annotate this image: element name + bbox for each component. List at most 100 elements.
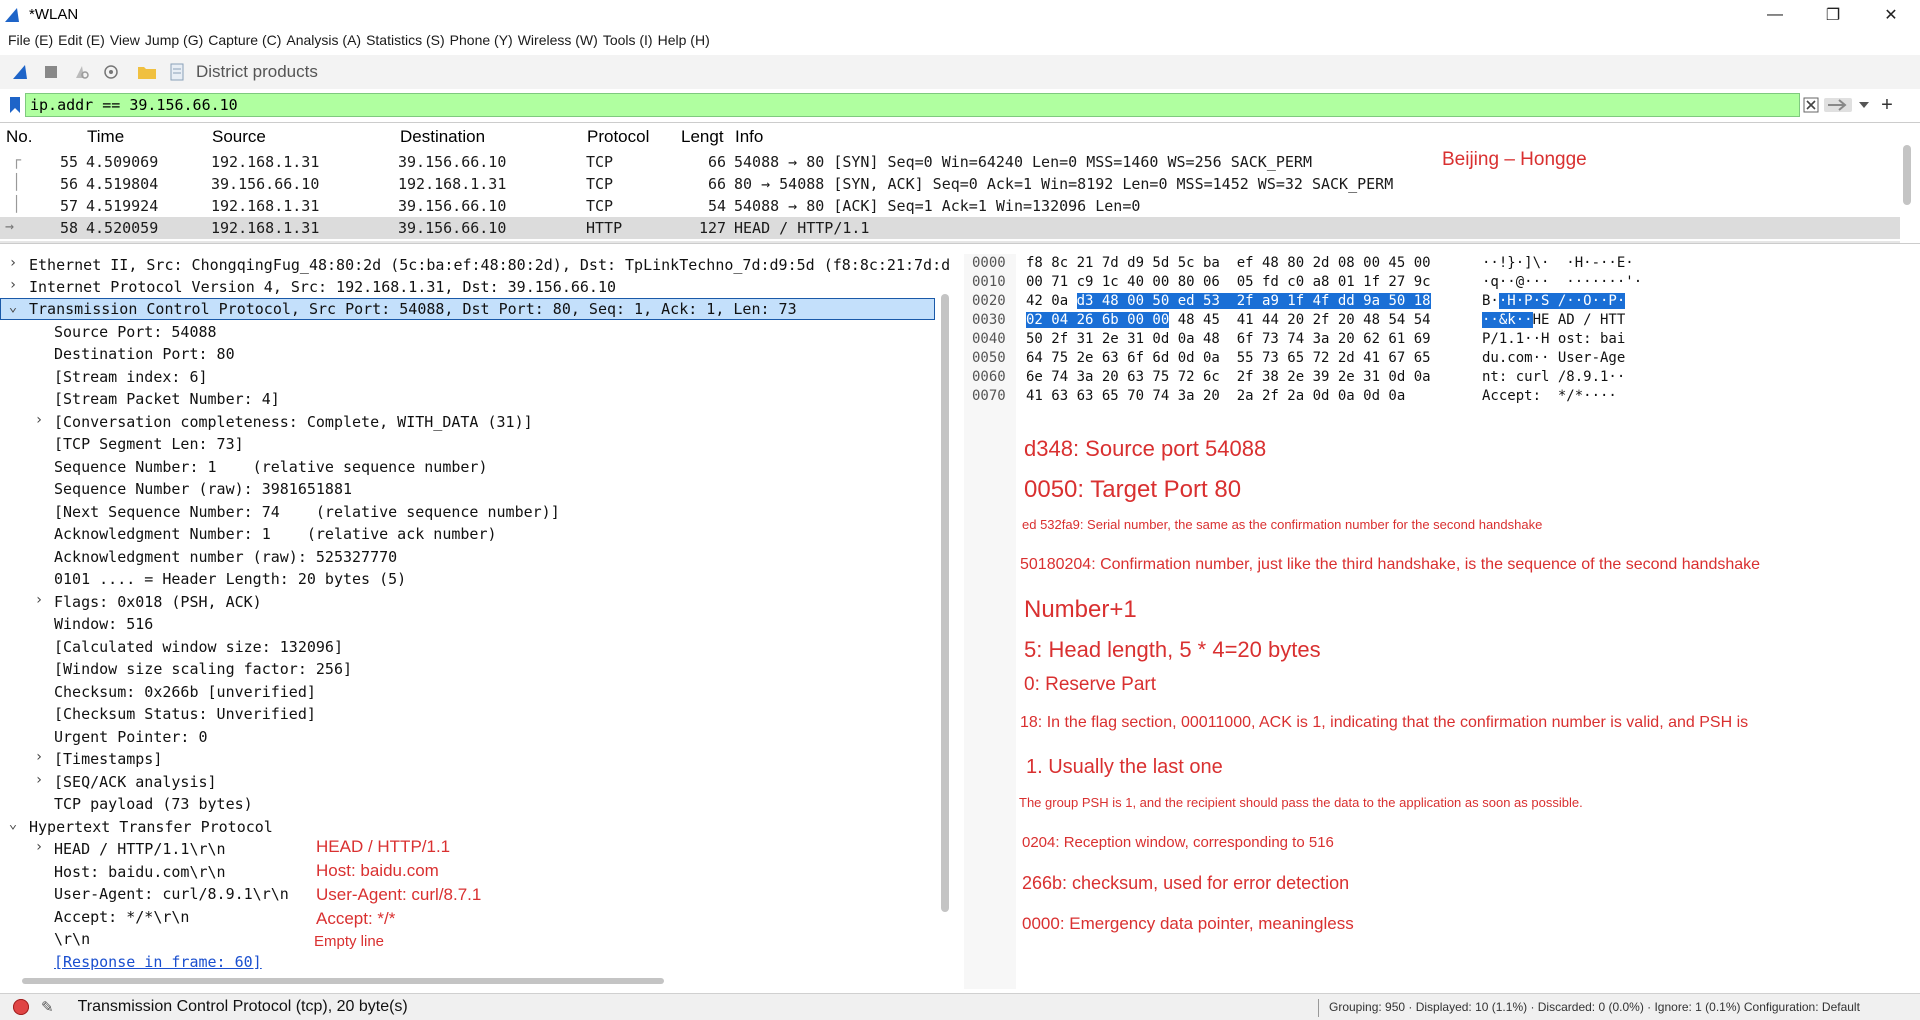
display-filter-input[interactable]: ip.addr == 39.156.66.10	[25, 93, 1800, 117]
packet-row[interactable]: │ 56 4.519804 39.156.66.10 192.168.1.31 …	[0, 173, 1900, 195]
packet-list-header: No. Time Source Destination Protocol Len…	[0, 123, 1920, 151]
chevron-right-icon[interactable]: ›	[6, 277, 20, 293]
byte-annotation: d348: Source port 54088	[1024, 436, 1267, 461]
packet-list-scrollbar[interactable]	[1903, 145, 1911, 205]
tree-item-ip[interactable]: › Internet Protocol Version 4, Src: 192.…	[0, 276, 935, 298]
tcp-field[interactable]: Acknowledgment Number: 1 (relative ack n…	[0, 523, 935, 545]
byte-annotation: ed 532fa9: Serial number, the same as th…	[1022, 517, 1543, 532]
tcp-field[interactable]: Sequence Number (raw): 3981651881	[0, 478, 935, 500]
http-annotation: User-Agent: curl/8.7.1	[316, 885, 482, 904]
tcp-field[interactable]: 0101 .... = Header Length: 20 bytes (5)	[0, 568, 935, 590]
column-no[interactable]: No.	[6, 127, 32, 149]
tcp-field[interactable]: Urgent Pointer: 0	[0, 726, 935, 748]
tcp-field[interactable]: [Next Sequence Number: 74 (relative sequ…	[0, 501, 935, 523]
tcp-field[interactable]: › [Conversation completeness: Complete, …	[0, 411, 935, 433]
menu-help[interactable]: Help (H)	[658, 32, 710, 48]
options-icon[interactable]	[100, 61, 122, 83]
stop-icon[interactable]	[40, 61, 62, 83]
menu-statistics[interactable]: Statistics (S)	[366, 32, 445, 48]
tcp-field[interactable]: › Flags: 0x018 (PSH, ACK)	[0, 591, 935, 613]
column-time[interactable]: Time	[87, 127, 124, 149]
tree-item-tcp[interactable]: ⌄ Transmission Control Protocol, Src Por…	[0, 298, 935, 320]
bookmark-icon[interactable]	[5, 93, 25, 117]
tcp-field[interactable]: Sequence Number: 1 (relative sequence nu…	[0, 456, 935, 478]
hex-row[interactable]: 0000 f8 8c 21 7d d9 5d 5c ba ef 48 80 2d…	[964, 254, 1634, 273]
http-annotation: HEAD / HTTP/1.1	[316, 837, 451, 856]
column-protocol[interactable]: Protocol	[587, 127, 649, 149]
menu-edit[interactable]: Edit (E)	[58, 32, 105, 48]
restart-icon[interactable]	[70, 61, 92, 83]
tcp-field[interactable]: TCP payload (73 bytes)	[0, 793, 935, 815]
http-field[interactable]: Accept: */*\r\n	[0, 906, 935, 928]
column-info[interactable]: Info	[735, 127, 763, 149]
packet-row-selected[interactable]: → 58 4.520059 192.168.1.31 39.156.66.10 …	[0, 217, 1900, 239]
menu-wireless[interactable]: Wireless (W)	[518, 32, 598, 48]
menu-tools[interactable]: Tools (I)	[603, 32, 653, 48]
display-filter-bar: ip.addr == 39.156.66.10 +	[0, 92, 1920, 118]
packet-bytes-pane: 0000 f8 8c 21 7d d9 5d 5c ba ef 48 80 2d…	[964, 254, 1920, 989]
hex-row[interactable]: 0020 42 0a d3 48 00 50 ed 53 2f a9 1f 4f…	[964, 292, 1626, 311]
tcp-field[interactable]: [TCP Segment Len: 73]	[0, 433, 935, 455]
hex-row[interactable]: 0040 50 2f 31 2e 31 0d 0a 48 6f 73 74 3a…	[964, 330, 1625, 349]
byte-annotation: 266b: checksum, used for error detection	[1022, 873, 1350, 893]
chevron-right-icon[interactable]: ›	[32, 749, 46, 765]
chevron-right-icon[interactable]: ›	[6, 255, 20, 271]
tree-item-http[interactable]: ⌄ Hypertext Transfer Protocol	[0, 816, 935, 838]
menu-view[interactable]: View	[110, 32, 140, 48]
menu-analysis[interactable]: Analysis (A)	[286, 32, 361, 48]
menu-jump[interactable]: Jump (G)	[145, 32, 203, 48]
tcp-field[interactable]: [Calculated window size: 132096]	[0, 636, 935, 658]
record-icon[interactable]	[13, 999, 29, 1015]
tcp-field[interactable]: [Window size scaling factor: 256]	[0, 658, 935, 680]
status-counts: Grouping: 950 · Displayed: 10 (1.1%) · D…	[1318, 999, 1860, 1017]
http-field[interactable]: Host: baidu.com\r\n	[0, 861, 935, 883]
chevron-right-icon[interactable]: ›	[32, 839, 46, 855]
column-length[interactable]: Lengt	[681, 127, 724, 149]
hex-row[interactable]: 0050 64 75 2e 63 6f 6d 0d 0a 55 73 65 72…	[964, 349, 1625, 368]
hex-row[interactable]: 0060 6e 74 3a 20 63 75 72 6c 2f 38 2e 39…	[964, 368, 1625, 387]
packet-row[interactable]: │ 57 4.519924 192.168.1.31 39.156.66.10 …	[0, 195, 1900, 217]
tcp-field[interactable]: Checksum: 0x266b [unverified]	[0, 681, 935, 703]
hex-row[interactable]: 0010 00 71 c9 1c 40 00 80 06 05 fd c0 a8…	[964, 273, 1642, 292]
apply-arrow-icon[interactable]	[1822, 94, 1854, 116]
tcp-field[interactable]: Source Port: 54088	[0, 321, 935, 343]
chevron-down-icon[interactable]: ⌄	[6, 816, 20, 832]
tcp-field[interactable]: [Stream index: 6]	[0, 366, 935, 388]
chevron-down-icon[interactable]: ⌄	[6, 299, 20, 315]
hex-row[interactable]: 0070 41 63 63 65 70 74 3a 20 2a 2f 2a 0d…	[964, 387, 1617, 406]
http-response-link[interactable]: [Response in frame: 60]	[0, 951, 935, 973]
details-scrollbar[interactable]	[941, 294, 949, 912]
tcp-field[interactable]: [Stream Packet Number: 4]	[0, 388, 935, 410]
hex-row[interactable]: 0030 02 04 26 6b 00 00 48 45 41 44 20 2f…	[964, 311, 1625, 330]
tcp-field[interactable]: Acknowledgment number (raw): 525327770	[0, 546, 935, 568]
minimize-button[interactable]: —	[1746, 0, 1804, 29]
dropdown-icon[interactable]	[1854, 94, 1874, 116]
folder-icon[interactable]	[136, 61, 158, 83]
details-hscroll[interactable]	[22, 978, 664, 984]
http-field[interactable]: › HEAD / HTTP/1.1\r\n	[0, 838, 935, 860]
file-icon[interactable]	[166, 61, 188, 83]
shark-fin-icon[interactable]	[10, 61, 32, 83]
tree-item-ethernet[interactable]: › Ethernet II, Src: ChongqingFug_48:80:2…	[0, 254, 950, 276]
edit-icon[interactable]: ✎	[41, 998, 54, 1016]
menu-capture[interactable]: Capture (C)	[208, 32, 281, 48]
chevron-right-icon[interactable]: ›	[32, 412, 46, 428]
column-destination[interactable]: Destination	[400, 127, 485, 149]
menu-file[interactable]: File (E)	[8, 32, 53, 48]
menu-phone[interactable]: Phone (Y)	[450, 32, 513, 48]
clear-icon[interactable]	[1800, 94, 1822, 116]
restore-button[interactable]: ❐	[1804, 0, 1862, 29]
chevron-right-icon[interactable]: ›	[32, 772, 46, 788]
tcp-field[interactable]: › [Timestamps]	[0, 748, 935, 770]
tcp-field[interactable]: [Checksum Status: Unverified]	[0, 703, 935, 725]
tcp-field[interactable]: › [SEQ/ACK analysis]	[0, 771, 935, 793]
chevron-right-icon[interactable]: ›	[32, 592, 46, 608]
tcp-field[interactable]: Window: 516	[0, 613, 935, 635]
close-button[interactable]: ✕	[1862, 0, 1920, 29]
packet-list-hscroll[interactable]	[0, 241, 1900, 243]
tcp-field[interactable]: Destination Port: 80	[0, 343, 935, 365]
plus-icon[interactable]: +	[1874, 94, 1900, 116]
packet-row[interactable]: ┌ 55 4.509069 192.168.1.31 39.156.66.10 …	[0, 151, 1900, 173]
http-field[interactable]: \r\n	[0, 928, 935, 950]
column-source[interactable]: Source	[212, 127, 266, 149]
